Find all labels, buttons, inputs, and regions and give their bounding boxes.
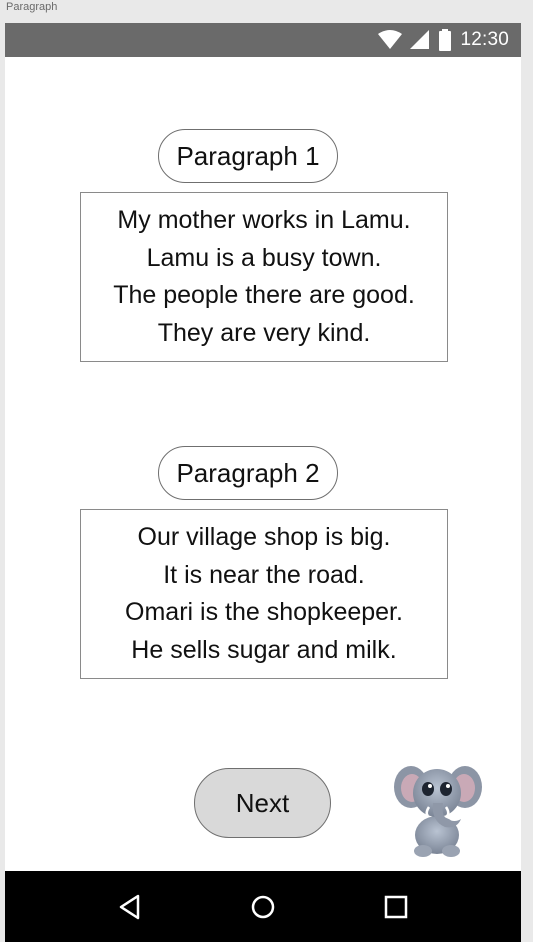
status-bar: 12:30 xyxy=(5,23,521,57)
paragraph-2-line-4: He sells sugar and milk. xyxy=(131,635,397,664)
paragraph-1-title: Paragraph 1 xyxy=(158,129,338,183)
paragraph-1-line-1: My mother works in Lamu. xyxy=(117,206,411,234)
paragraph-1-box: My mother works in Lamu. Lamu is a busy … xyxy=(80,192,448,362)
paragraph-1-title-text: Paragraph 1 xyxy=(176,140,320,171)
recents-icon[interactable] xyxy=(376,887,416,927)
next-button-label: Next xyxy=(235,787,290,818)
paragraph-1-line-4: They are very kind. xyxy=(157,318,371,347)
cell-signal-icon xyxy=(410,30,430,50)
home-icon[interactable] xyxy=(243,887,283,927)
paragraph-2-title-text: Paragraph 2 xyxy=(176,457,320,488)
back-icon[interactable] xyxy=(110,887,150,927)
window-label: Paragraph xyxy=(6,1,58,13)
elephant-mascot-icon xyxy=(389,757,485,857)
paragraph-1-line-2: Lamu is a busy town. xyxy=(146,243,382,272)
paragraph-2-box: Our village shop is big. It is near the … xyxy=(80,509,448,679)
battery-icon xyxy=(438,29,452,51)
device-screen: 12:30 Paragraph 1 My mother works in Lam… xyxy=(5,23,521,942)
main-content: Paragraph 1 My mother works in Lamu. Lam… xyxy=(5,57,521,871)
next-button[interactable]: Next xyxy=(194,768,331,838)
navigation-bar xyxy=(5,871,521,942)
status-clock: 12:30 xyxy=(460,29,509,50)
paragraph-2-line-1: Our village shop is big. xyxy=(137,523,391,551)
paragraph-2-line-2: It is near the road. xyxy=(163,560,365,589)
wifi-icon xyxy=(378,30,403,50)
paragraph-1-line-3: The people there are good. xyxy=(113,281,415,309)
paragraph-2-line-3: Omari is the shopkeeper. xyxy=(125,598,403,626)
paragraph-2-title: Paragraph 2 xyxy=(158,446,338,500)
